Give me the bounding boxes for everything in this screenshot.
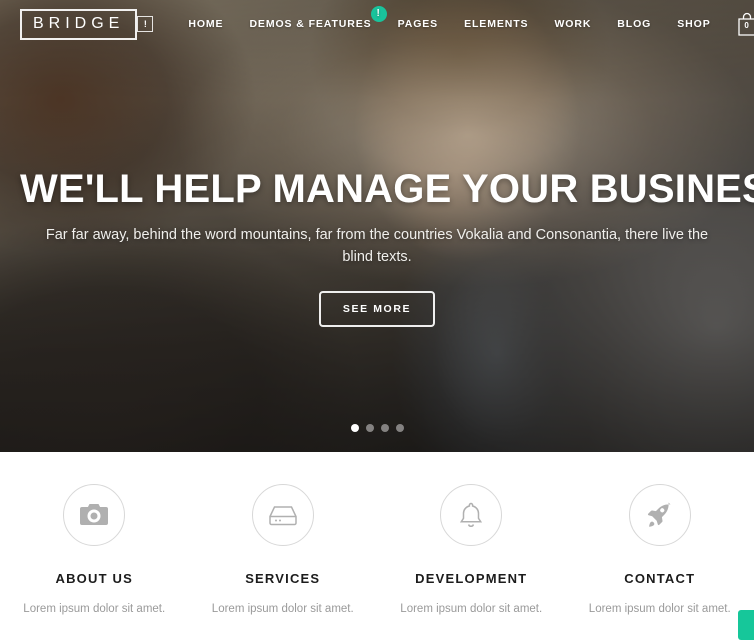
- main-navigation: ! HOME DEMOS & FEATURES ! PAGES ELEMENTS…: [137, 6, 754, 37]
- hero-subtitle: Far far away, behind the word mountains,…: [45, 227, 709, 266]
- feature-text-contact: Lorem ipsum dolor sit amet.: [588, 603, 731, 615]
- nav-item-home[interactable]: HOME: [175, 18, 236, 30]
- feature-title-services: SERVICES: [245, 571, 321, 586]
- feature-development[interactable]: DEVELOPMENT Lorem ipsum dolor sit amet.: [377, 484, 566, 640]
- side-tab-button[interactable]: [738, 610, 754, 640]
- nav-item-demos-features[interactable]: DEMOS & FEATURES !: [236, 6, 387, 30]
- site-header: BRIDGE ! HOME DEMOS & FEATURES ! PAGES E…: [0, 0, 754, 48]
- feature-text-development: Lorem ipsum dolor sit amet.: [400, 603, 543, 615]
- feature-text-about-us: Lorem ipsum dolor sit amet.: [23, 603, 166, 615]
- see-more-button[interactable]: SEE MORE: [318, 290, 436, 327]
- feature-title-about-us: ABOUT US: [55, 571, 133, 586]
- hero-slider: BRIDGE ! HOME DEMOS & FEATURES ! PAGES E…: [0, 0, 754, 452]
- features-section: ABOUT US Lorem ipsum dolor sit amet. SER…: [0, 452, 754, 640]
- feature-contact[interactable]: CONTACT Lorem ipsum dolor sit amet.: [566, 484, 754, 640]
- slider-dot-3[interactable]: [380, 424, 389, 432]
- feature-services[interactable]: SERVICES Lorem ipsum dolor sit amet.: [189, 484, 378, 640]
- nav-item-work[interactable]: WORK: [541, 18, 604, 30]
- cart-count: 0: [744, 20, 749, 30]
- hero-content: WE'LL HELP MANAGE YOUR BUSINESS Far far …: [0, 168, 754, 327]
- rocket-icon: [628, 484, 691, 546]
- feature-title-development: DEVELOPMENT: [415, 571, 528, 586]
- slider-dot-2[interactable]: [365, 424, 374, 432]
- nav-item-blog[interactable]: BLOG: [604, 18, 664, 30]
- slider-dot-4[interactable]: [395, 424, 404, 432]
- nav-item-demos-features-label: DEMOS & FEATURES: [249, 18, 372, 30]
- slider-dot-1[interactable]: [350, 424, 359, 432]
- nav-item-elements[interactable]: ELEMENTS: [451, 18, 541, 30]
- nav-item-pages[interactable]: PAGES: [385, 18, 451, 30]
- nav-item-shop[interactable]: SHOP: [664, 18, 723, 30]
- header-icon-group: 0: [736, 12, 754, 37]
- hero-title: WE'LL HELP MANAGE YOUR BUSINESS: [20, 167, 754, 211]
- feature-title-contact: CONTACT: [624, 571, 696, 586]
- feature-about-us[interactable]: ABOUT US Lorem ipsum dolor sit amet.: [0, 484, 189, 640]
- bell-icon: [440, 484, 503, 546]
- exclamation-box-icon[interactable]: !: [137, 16, 154, 32]
- slider-pagination: [0, 424, 754, 432]
- site-logo[interactable]: BRIDGE: [20, 8, 138, 40]
- feature-text-services: Lorem ipsum dolor sit amet.: [211, 603, 354, 615]
- server-icon: [251, 484, 314, 546]
- camera-icon: [63, 484, 126, 546]
- shopping-bag-icon[interactable]: 0: [736, 12, 754, 37]
